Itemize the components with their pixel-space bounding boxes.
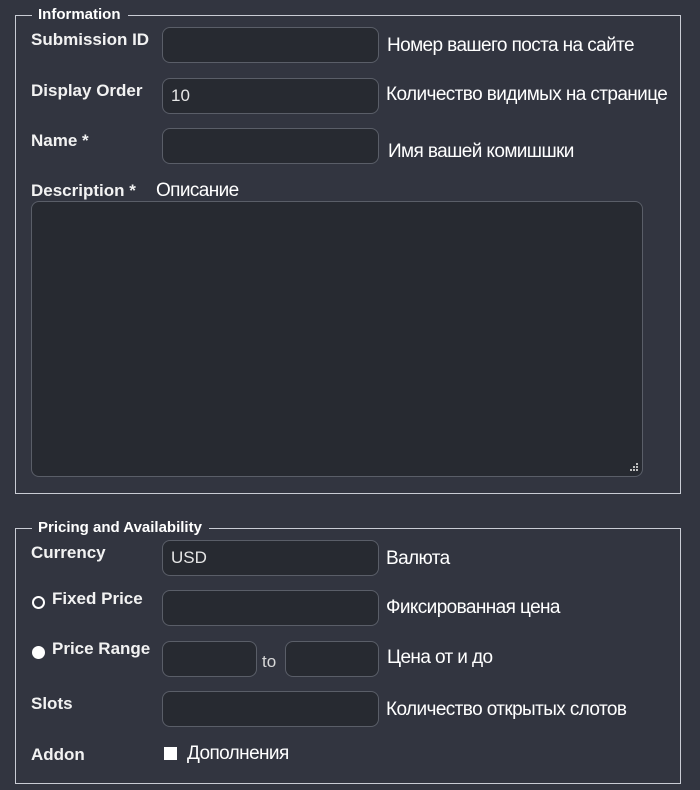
name-label: Name * [31,131,89,150]
name-hint: Имя вашей комишшки [388,141,574,162]
submission-id-input[interactable] [162,27,379,63]
price-range-hint: Цена от и до [387,647,493,668]
description-label: Description * [31,181,136,200]
currency-input[interactable] [162,540,379,576]
pricing-legend: Pricing and Availability [32,519,209,537]
submission-id-label: Submission ID [31,30,150,49]
description-hint: Описание [156,180,239,201]
slots-hint: Количество открытых слотов [386,699,627,720]
submission-id-hint: Номер вашего поста на сайте [387,35,635,56]
resize-handle-icon[interactable] [628,463,638,473]
price-range-radio[interactable] [32,646,45,659]
fixed-price-label: Fixed Price [52,589,143,608]
addon-checkbox[interactable] [164,747,177,760]
display-order-label: Display Order [31,81,143,100]
currency-hint: Валюта [386,548,450,569]
slots-label: Slots [31,694,73,713]
price-range-to-input[interactable] [285,641,379,677]
price-range-from-input[interactable] [162,641,257,677]
addon-hint: Дополнения [187,743,289,764]
addon-label: Addon [31,745,85,764]
currency-label: Currency [31,543,106,562]
fixed-price-hint: Фиксированная цена [386,597,561,618]
description-textarea[interactable] [31,201,643,477]
display-order-input[interactable] [162,78,379,114]
price-range-to-label: to [262,652,277,671]
slots-input[interactable] [162,691,379,727]
fixed-price-radio[interactable] [32,596,45,609]
display-order-hint: Количество видимых на странице [386,84,668,105]
price-range-label: Price Range [52,639,151,658]
name-input[interactable] [162,128,379,164]
fixed-price-input[interactable] [162,590,379,626]
information-legend: Information [32,6,128,24]
